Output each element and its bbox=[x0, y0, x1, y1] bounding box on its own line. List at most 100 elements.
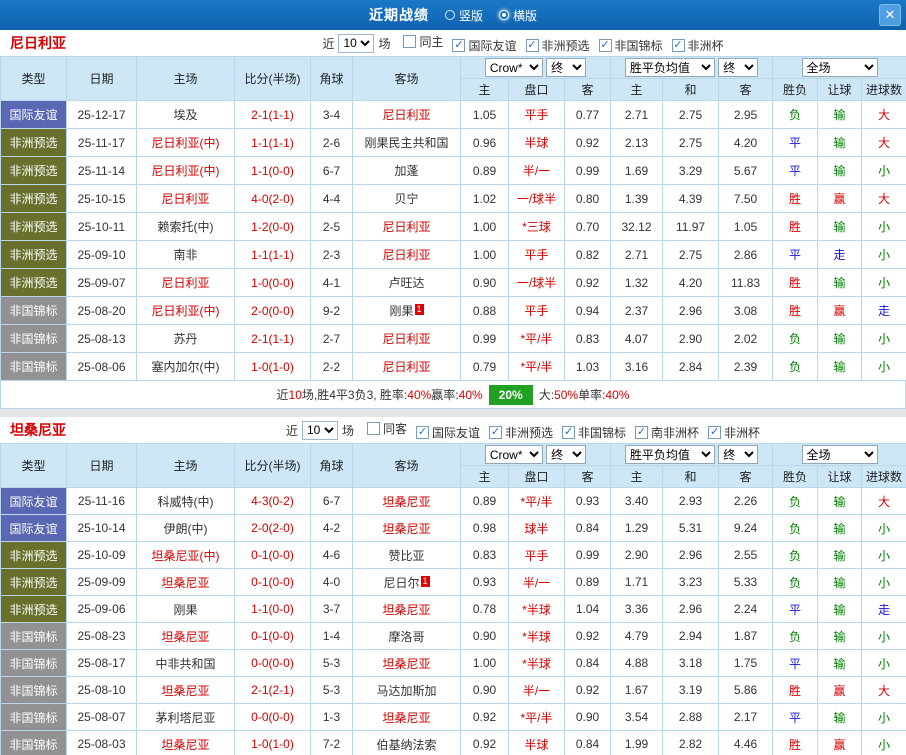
home-team-link[interactable]: 尼日利亚 bbox=[136, 268, 235, 297]
final-odds-select[interactable]: 终 bbox=[718, 445, 759, 464]
home-team-link[interactable]: 坦桑尼亚 bbox=[136, 730, 235, 755]
home-team-link[interactable]: 埃及 bbox=[136, 100, 235, 129]
home-team-link[interactable]: 坦桑尼亚 bbox=[136, 676, 235, 704]
away-water-odds: 0.92 bbox=[563, 268, 612, 297]
home-team-link[interactable]: 尼日利亚(中) bbox=[136, 128, 235, 157]
home-team-link[interactable]: 坦桑尼亚(中) bbox=[136, 541, 235, 569]
away-team-link[interactable]: 加蓬 bbox=[352, 156, 461, 185]
away-team-link[interactable]: 坦桑尼亚 bbox=[352, 703, 461, 731]
away-team-link[interactable]: 尼日利亚 bbox=[352, 212, 461, 241]
match-date: 25-10-15 bbox=[66, 184, 137, 213]
filter-option-非洲预选[interactable]: ✓ 非洲预选 bbox=[489, 424, 553, 441]
home-team-link[interactable]: 茅利塔尼亚 bbox=[136, 703, 235, 731]
radio-icon[interactable] bbox=[499, 10, 509, 20]
score-cell: 1-0(1-0) bbox=[234, 352, 311, 381]
away-team-link[interactable]: 伯基纳法索 bbox=[352, 730, 461, 755]
filter-option-同主[interactable]: 同主 bbox=[403, 33, 443, 50]
handicap-result-cell: 输 bbox=[817, 324, 863, 353]
filter-option-非国锦标[interactable]: ✓ 非国锦标 bbox=[598, 37, 663, 54]
layout-radio-vertical[interactable]: 竖版 bbox=[444, 7, 483, 24]
filter-option-国际友谊[interactable]: ✓ 国际友谊 bbox=[415, 424, 480, 441]
checkbox-icon[interactable] bbox=[366, 421, 380, 435]
final-odds-select[interactable]: 终 bbox=[546, 445, 587, 464]
away-team-link[interactable]: 马达加斯加 bbox=[352, 676, 461, 704]
scope-select[interactable]: 全场 bbox=[801, 445, 878, 464]
away-team-link[interactable]: 坦桑尼亚 bbox=[352, 487, 461, 515]
checkbox-icon[interactable]: ✓ bbox=[489, 425, 502, 439]
home-team-link[interactable]: 尼日利亚(中) bbox=[136, 156, 235, 185]
away-team-link[interactable]: 坦桑尼亚 bbox=[352, 514, 461, 542]
away-team-link[interactable]: 刚果民主共和国 bbox=[352, 128, 461, 157]
filter-option-非洲杯[interactable]: ✓ 非洲杯 bbox=[671, 37, 724, 54]
home-team-name: 坦桑尼亚 bbox=[161, 629, 210, 644]
away-team-link[interactable]: 尼日利亚 bbox=[352, 352, 461, 381]
home-team-link[interactable]: 刚果 bbox=[136, 595, 235, 623]
filter-option-非洲预选[interactable]: ✓ 非洲预选 bbox=[525, 37, 590, 54]
checkbox-icon[interactable]: ✓ bbox=[525, 38, 539, 52]
europe-odds-select[interactable]: 胜平负均值 bbox=[624, 58, 715, 77]
away-win-odds: 2.02 bbox=[718, 324, 774, 353]
handicap-cell: *平/半 bbox=[508, 324, 565, 353]
europe-odds-select[interactable]: 胜平负均值 bbox=[624, 445, 715, 464]
recent-count-select[interactable]: 10 bbox=[338, 33, 375, 53]
home-team-link[interactable]: 尼日利亚 bbox=[136, 184, 235, 213]
checkbox-icon[interactable]: ✓ bbox=[598, 38, 612, 52]
checkbox-icon[interactable]: ✓ bbox=[671, 38, 685, 52]
away-team-link[interactable]: 尼日利亚 bbox=[352, 100, 461, 129]
radio-icon[interactable] bbox=[444, 10, 455, 20]
sub-header-away-water: 客 bbox=[563, 78, 612, 101]
away-team-name: 坦桑尼亚 bbox=[382, 521, 431, 536]
recent-count-select[interactable]: 10 bbox=[301, 420, 338, 440]
final-odds-select[interactable]: 终 bbox=[718, 58, 759, 77]
odds-company-select[interactable]: Crow* bbox=[484, 58, 543, 77]
filter-option-非国锦标[interactable]: ✓ 非国锦标 bbox=[562, 424, 626, 441]
away-team-name: 马达加斯加 bbox=[376, 683, 437, 698]
filter-option-国际友谊[interactable]: ✓ 国际友谊 bbox=[452, 37, 517, 54]
corner-cell: 9-2 bbox=[310, 296, 353, 325]
draw-odds: 2.96 bbox=[662, 595, 720, 623]
match-type-badge: 国际友谊 bbox=[0, 514, 67, 542]
away-team-link[interactable]: 尼日利亚 bbox=[352, 324, 461, 353]
home-water-odds: 1.02 bbox=[460, 184, 509, 213]
checkbox-icon[interactable]: ✓ bbox=[415, 425, 429, 439]
away-team-link[interactable]: 摩洛哥 bbox=[352, 622, 461, 650]
home-team-link[interactable]: 中非共和国 bbox=[136, 649, 235, 677]
away-team-link[interactable]: 卢旺达 bbox=[352, 268, 461, 297]
away-water-odds: 0.84 bbox=[563, 514, 612, 542]
odds-company-select[interactable]: Crow* bbox=[484, 445, 543, 464]
draw-odds: 3.18 bbox=[662, 649, 720, 677]
away-team-link[interactable]: 尼日尔 1 bbox=[352, 568, 461, 596]
checkbox-icon[interactable]: ✓ bbox=[635, 425, 649, 439]
away-team-link[interactable]: 赞比亚 bbox=[352, 541, 461, 569]
checkbox-icon[interactable]: ✓ bbox=[452, 38, 466, 52]
home-team-link[interactable]: 南非 bbox=[136, 240, 235, 269]
handicap-cell: 半/一 bbox=[508, 676, 565, 704]
checkbox-icon[interactable]: ✓ bbox=[708, 425, 722, 439]
checkbox-icon[interactable] bbox=[403, 34, 417, 48]
filter-option-同客[interactable]: 同客 bbox=[366, 420, 407, 437]
checkbox-icon[interactable]: ✓ bbox=[562, 425, 576, 439]
away-team-link[interactable]: 坦桑尼亚 bbox=[352, 595, 461, 623]
home-team-link[interactable]: 坦桑尼亚 bbox=[136, 568, 235, 596]
filter-option-非洲杯[interactable]: ✓ 非洲杯 bbox=[708, 424, 760, 441]
away-team-name: 赞比亚 bbox=[388, 548, 425, 563]
away-team-link[interactable]: 尼日利亚 bbox=[352, 240, 461, 269]
final-odds-select[interactable]: 终 bbox=[546, 58, 587, 77]
close-button[interactable]: ✕ bbox=[879, 4, 901, 26]
home-team-link[interactable]: 塞内加尔(中) bbox=[136, 352, 235, 381]
away-team-link[interactable]: 贝宁 bbox=[352, 184, 461, 213]
layout-radio-horizontal[interactable]: 横版 bbox=[499, 7, 537, 24]
filter-option-南非洲杯[interactable]: ✓ 南非洲杯 bbox=[635, 424, 699, 441]
home-team-link[interactable]: 伊朗(中) bbox=[136, 514, 235, 542]
away-team-link[interactable]: 坦桑尼亚 bbox=[352, 649, 461, 677]
home-team-link[interactable]: 苏丹 bbox=[136, 324, 235, 353]
scope-select[interactable]: 全场 bbox=[801, 58, 878, 77]
away-team-link[interactable]: 刚果 1 bbox=[352, 296, 461, 325]
goals-result-cell: 走 bbox=[861, 296, 906, 325]
home-team-name: 坦桑尼亚 bbox=[161, 575, 210, 590]
home-team-link[interactable]: 赖索托(中) bbox=[136, 212, 235, 241]
home-team-link[interactable]: 坦桑尼亚 bbox=[136, 622, 235, 650]
home-team-link[interactable]: 尼日利亚(中) bbox=[136, 296, 235, 325]
match-row: 非国锦标 25-08-13 苏丹 2-1(1-1) 2-7 尼日利亚 0.99 *平/半 0.8… bbox=[0, 324, 906, 353]
home-team-link[interactable]: 科威特(中) bbox=[136, 487, 235, 515]
